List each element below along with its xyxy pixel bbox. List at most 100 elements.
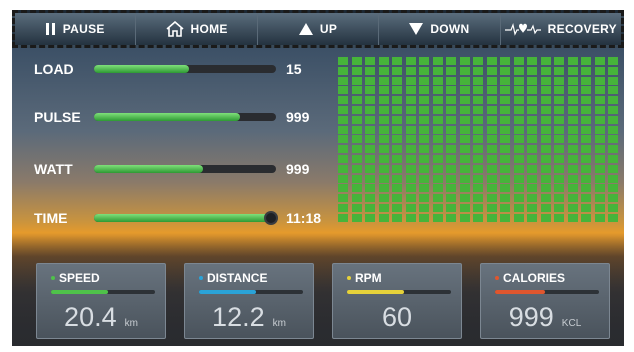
led-cell [392,76,402,85]
led-cell [365,86,375,95]
speed-bar-fill [51,290,109,294]
card-label: RPM [355,271,382,285]
led-cell [432,164,443,173]
calories-unit: KCL [561,318,582,329]
led-cell [392,145,402,154]
led-cell [392,174,402,183]
led-cell [459,66,470,75]
led-cell [338,96,348,105]
led-cell [554,164,564,173]
led-cell [486,164,497,173]
led-cell [500,86,510,95]
led-cell [608,204,618,212]
up-button[interactable]: UP [257,13,380,45]
led-cell [540,115,551,124]
led-cell [392,96,402,105]
led-cell [338,204,348,212]
led-cell [486,145,497,154]
led-cell [473,57,483,65]
led-cell [405,115,416,124]
led-cell [500,145,510,154]
recovery-label: RECOVERY [547,22,617,36]
led-cell [500,194,510,203]
led-cell [594,145,605,154]
card-label: SPEED [59,271,100,285]
led-cell [338,115,348,124]
led-cell [486,76,497,85]
led-cell [500,57,510,65]
led-cell [581,155,591,163]
led-cell [500,135,510,144]
led-cell [351,125,362,134]
led-cell [594,106,605,114]
led-cell [581,174,591,183]
led-cell [378,66,389,75]
led-cell [392,155,402,163]
led-cell [486,66,497,75]
led-cell [338,106,348,114]
led-cell [513,125,524,134]
led-cell [378,96,389,105]
led-cell [392,125,402,134]
home-button[interactable]: HOME [136,13,258,45]
led-cell [486,204,497,212]
led-cell [473,115,483,124]
led-cell [608,125,618,134]
led-cell [594,96,605,105]
led-cell [554,106,564,114]
led-cell [581,66,591,75]
led-cell [365,76,375,85]
card-value: 12.2 km [185,302,313,333]
led-cell [581,194,591,203]
led-cell [405,125,416,134]
pause-button[interactable]: PAUSE [15,13,137,45]
led-cell [486,174,497,183]
card-value: 20.4 km [37,302,165,333]
led-profile-matrix [338,57,622,223]
led-cell [392,213,402,222]
led-cell [365,57,375,65]
led-cell [540,145,551,154]
led-cell [432,76,443,85]
down-button[interactable]: DOWN [379,13,501,45]
led-cell [594,125,605,134]
led-cell [446,66,456,75]
led-cell [500,66,510,75]
led-cell [446,96,456,105]
led-cell [446,204,456,212]
led-cell [473,213,483,222]
led-cell [500,115,510,124]
pause-icon [45,23,56,35]
led-cell [554,57,564,65]
led-cell [351,184,362,193]
led-cell [338,125,348,134]
led-cell [608,155,618,163]
led-cell [554,96,564,105]
led-cell [594,76,605,85]
led-cell [351,204,362,212]
led-cell [432,66,443,75]
rpm-bar [347,290,451,294]
led-cell [365,115,375,124]
distance-value: 12.2 [212,302,265,332]
led-cell [527,194,537,203]
led-cell [500,184,510,193]
led-cell [419,76,429,85]
led-cell [554,204,564,212]
recovery-button[interactable]: RECOVERY [500,13,622,45]
pulse-bar [94,113,276,121]
led-cell [527,184,537,193]
metric-row-pulse: PULSE 999 [34,107,324,127]
time-bar-knob[interactable] [264,211,278,225]
led-cell [513,204,524,212]
led-cell [581,213,591,222]
led-cell [527,174,537,183]
led-cell [540,213,551,222]
led-cell [419,96,429,105]
led-cell [540,76,551,85]
led-cell [608,115,618,124]
led-cell [581,135,591,144]
led-cell [338,135,348,144]
led-cell [594,66,605,75]
led-cell [405,96,416,105]
